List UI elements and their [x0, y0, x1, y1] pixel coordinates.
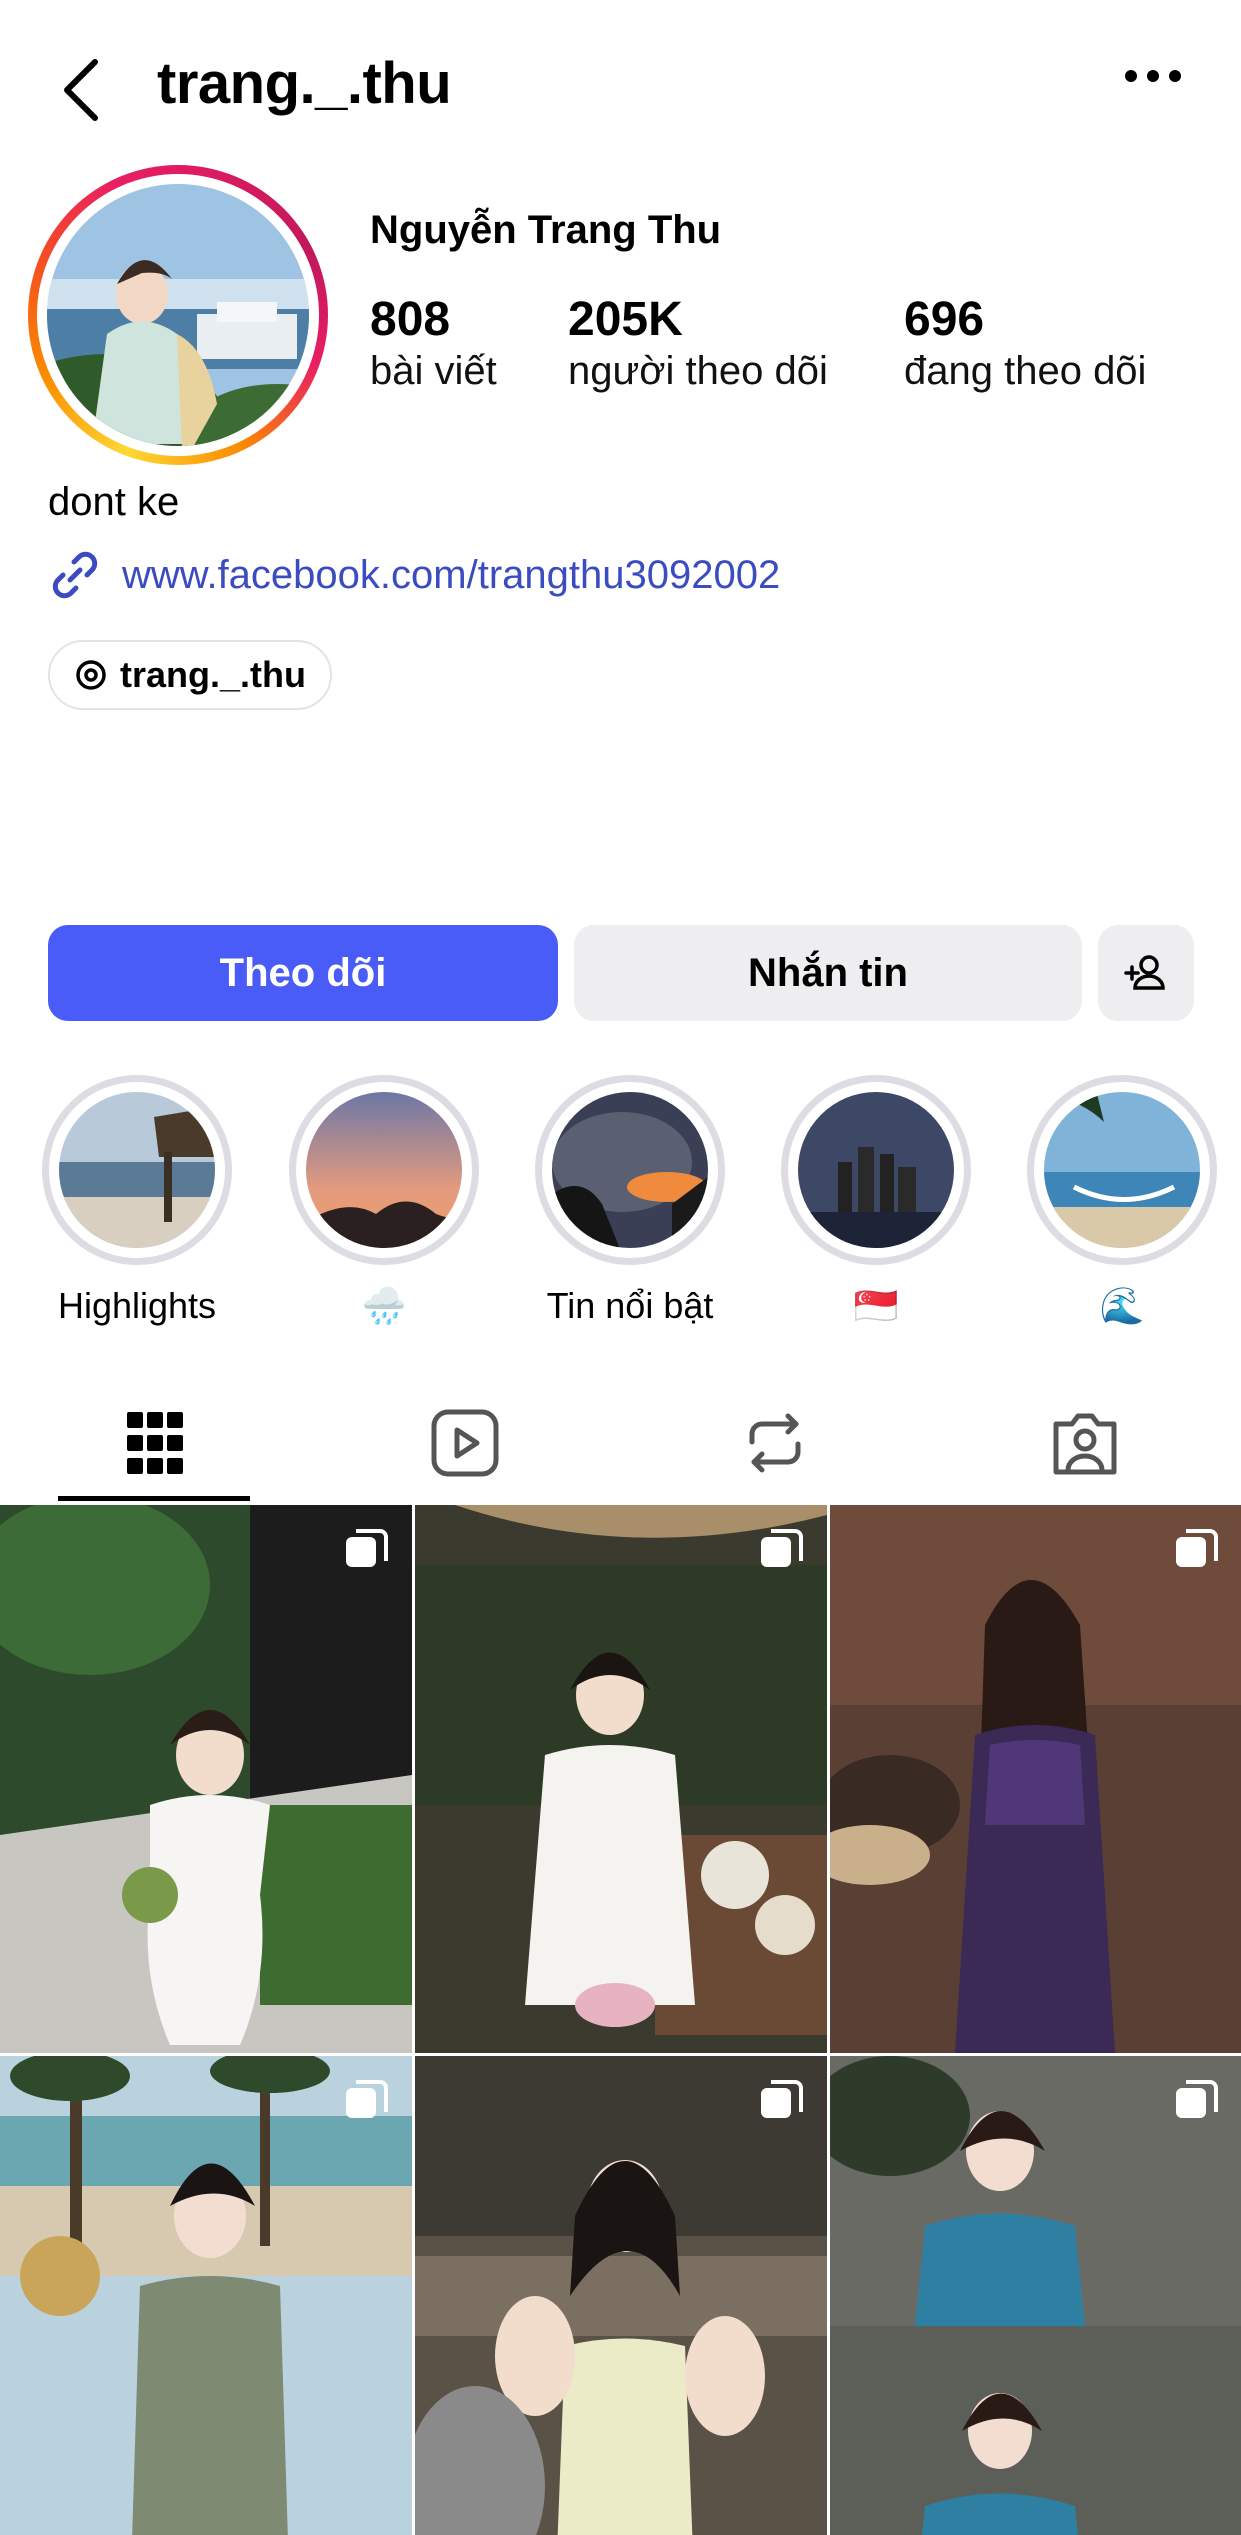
grid-icon [127, 1411, 183, 1474]
post-thumbnail[interactable] [0, 1505, 412, 2053]
carousel-icon [1176, 2080, 1218, 2118]
highlight-cover [59, 1092, 215, 1248]
stat-followers[interactable]: 205K người theo dõi [568, 292, 828, 394]
avatar [47, 184, 309, 446]
highlight-label: 🌊 [1099, 1285, 1145, 1326]
link-text: www.facebook.com/trangthu3092002 [122, 552, 781, 597]
active-tab-indicator [58, 1496, 250, 1501]
followers-label: người theo dõi [568, 349, 828, 393]
link-icon [52, 551, 98, 599]
more-dots-icon [1125, 70, 1137, 82]
carousel-icon [761, 1529, 803, 1567]
chevron-left-icon [64, 59, 98, 121]
carousel-icon [1176, 1529, 1218, 1567]
following-count: 696 [904, 293, 985, 346]
profile-username: trang._.thu [157, 51, 452, 116]
add-user-icon [1124, 955, 1165, 990]
more-options-button[interactable] [1125, 70, 1195, 82]
highlight-label: Highlights [57, 1285, 217, 1326]
carousel-icon [346, 1529, 388, 1567]
stat-following[interactable]: 696 đang theo dõi [904, 292, 1146, 394]
tab-posts[interactable] [0, 1380, 310, 1505]
highlight-label: 🌧️ [361, 1285, 407, 1326]
highlight-label: Tin nổi bật [546, 1285, 714, 1326]
carousel-icon [346, 2080, 388, 2118]
highlight-label: 🇸🇬 [853, 1285, 899, 1326]
highlight-item[interactable]: 🇸🇬 [778, 1075, 974, 1327]
highlight-cover [306, 1092, 462, 1248]
top-bar: trang._.thu [0, 0, 1241, 170]
reels-icon [431, 1409, 499, 1476]
post-thumbnail[interactable] [0, 2056, 412, 2535]
follow-button[interactable]: Theo dõi [48, 925, 558, 1021]
bio-text: dont ke [48, 480, 180, 524]
post-thumbnail[interactable] [830, 2056, 1241, 2535]
highlight-cover [798, 1092, 954, 1248]
highlight-item[interactable]: Tin nổi bật [532, 1075, 728, 1327]
post-thumbnail[interactable] [415, 2056, 827, 2535]
followers-count: 205K [568, 293, 683, 346]
posts-label: bài viết [370, 349, 497, 393]
post-thumbnail[interactable] [830, 1505, 1241, 2053]
threads-handle: trang._.thu [120, 654, 306, 695]
profile-link[interactable]: www.facebook.com/trangthu3092002 [48, 548, 780, 602]
content-tabs [0, 1380, 1241, 1505]
story-ring[interactable] [28, 165, 328, 465]
threads-icon [76, 660, 106, 690]
highlight-cover [552, 1092, 708, 1248]
full-name: Nguyễn Trang Thu [370, 208, 722, 252]
following-label: đang theo dõi [904, 349, 1147, 393]
highlight-cover [1044, 1092, 1200, 1248]
message-button[interactable]: Nhắn tin [574, 925, 1082, 1021]
highlight-item[interactable]: 🌊 [1024, 1075, 1220, 1327]
back-button[interactable] [55, 50, 115, 130]
highlight-item[interactable]: Highlights [39, 1075, 235, 1327]
tab-reels[interactable] [310, 1380, 620, 1505]
highlight-item[interactable]: 🌧️ [286, 1075, 482, 1327]
stat-posts[interactable]: 808 bài viết [370, 292, 497, 394]
carousel-icon [761, 2080, 803, 2118]
tab-tagged[interactable] [930, 1380, 1240, 1505]
suggest-users-button[interactable] [1098, 925, 1194, 1021]
tab-reposts[interactable] [620, 1380, 930, 1505]
threads-badge[interactable]: trang._.thu [48, 640, 332, 710]
post-thumbnail[interactable] [415, 1505, 827, 2053]
tagged-icon [1053, 1413, 1117, 1474]
reposts-icon [749, 1413, 801, 1472]
posts-count: 808 [370, 293, 451, 346]
